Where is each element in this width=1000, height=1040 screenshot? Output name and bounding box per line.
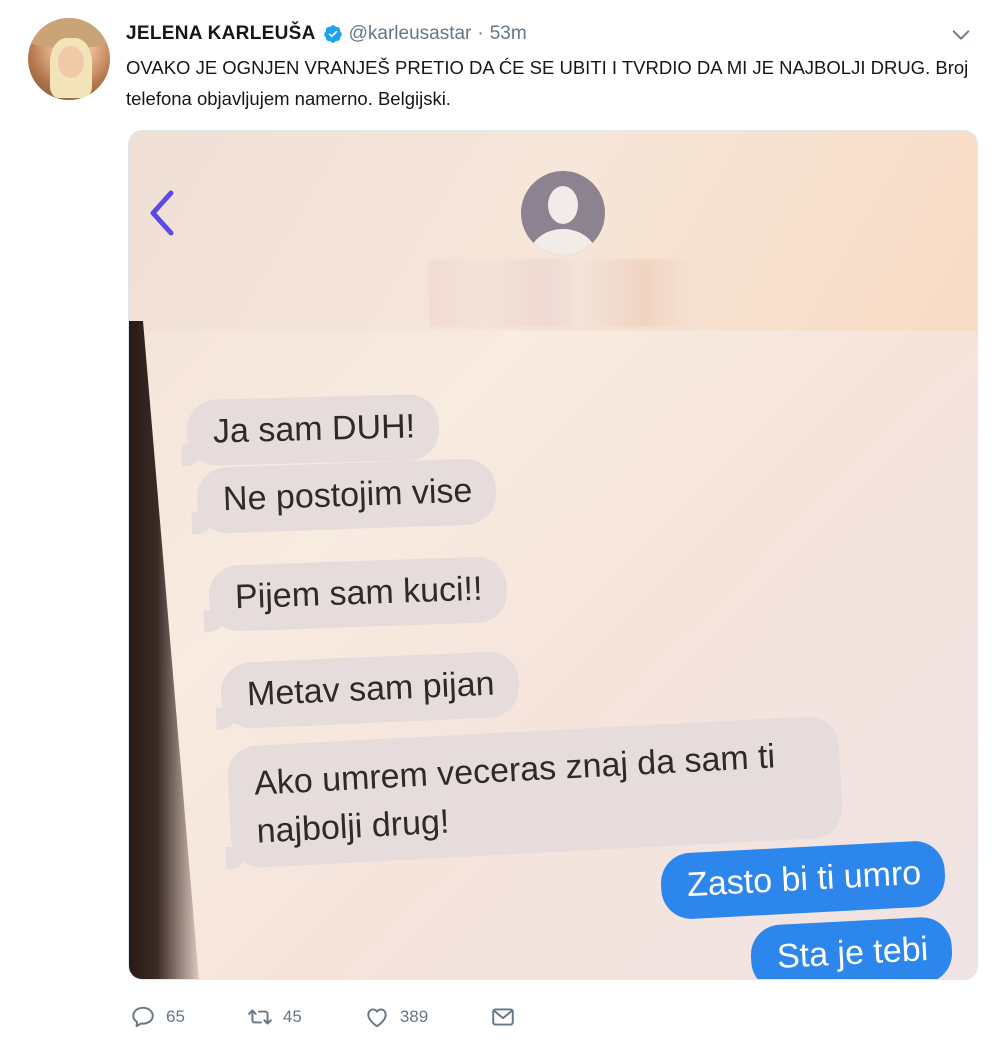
tweet-text: OVAKO JE OGNJEN VRANJEŠ PRETIO DA ĆE SE … (126, 57, 969, 109)
chevron-down-icon[interactable] (950, 24, 972, 46)
incoming-message: Ako umrem veceras znaj da sam ti najbolj… (226, 715, 844, 869)
reply-count: 65 (166, 1007, 185, 1026)
incoming-message: Metav sam pijan (219, 650, 520, 730)
outgoing-message: Zasto bi ti umro (659, 839, 947, 921)
envelope-icon (492, 1008, 514, 1026)
retweet-count: 45 (282, 1007, 302, 1026)
separator-dot: · (477, 23, 484, 44)
author-handle[interactable]: @karleusastar (349, 23, 472, 45)
author-avatar[interactable] (28, 18, 110, 100)
back-chevron-icon (150, 190, 174, 236)
retweet-button[interactable]: 45 (247, 1004, 302, 1030)
incoming-message: Ne postojim vise (195, 457, 498, 535)
retweet-icon (248, 1009, 272, 1025)
like-button[interactable]: 389 (364, 1004, 428, 1030)
verified-badge-icon (323, 25, 342, 43)
incoming-message: Ja sam DUH! (186, 393, 440, 467)
direct-message-button[interactable] (490, 1004, 526, 1030)
heart-icon (367, 1008, 387, 1028)
like-count: 389 (399, 1007, 429, 1026)
tweet: JELENA KARLEUŠA @karleusastar · 53m OVAK… (0, 0, 1000, 1040)
tweet-media-image[interactable]: Ja sam DUH! Ne postojim vise Pijem sam k… (128, 130, 978, 980)
outgoing-message: Sta je tebi (749, 915, 954, 979)
contact-avatar-icon (521, 171, 605, 255)
tweet-actions: 65 45 389 (130, 1004, 588, 1030)
reply-icon (132, 1006, 154, 1028)
tweet-timestamp[interactable]: 53m (490, 23, 527, 45)
reply-button[interactable]: 65 (130, 1004, 185, 1030)
redacted-contact-name (429, 259, 699, 327)
incoming-message: Pijem sam kuci!! (207, 555, 508, 633)
tweet-header: JELENA KARLEUŠA @karleusastar · 53m (126, 20, 527, 48)
author-name[interactable]: JELENA KARLEUŠA (126, 23, 316, 45)
